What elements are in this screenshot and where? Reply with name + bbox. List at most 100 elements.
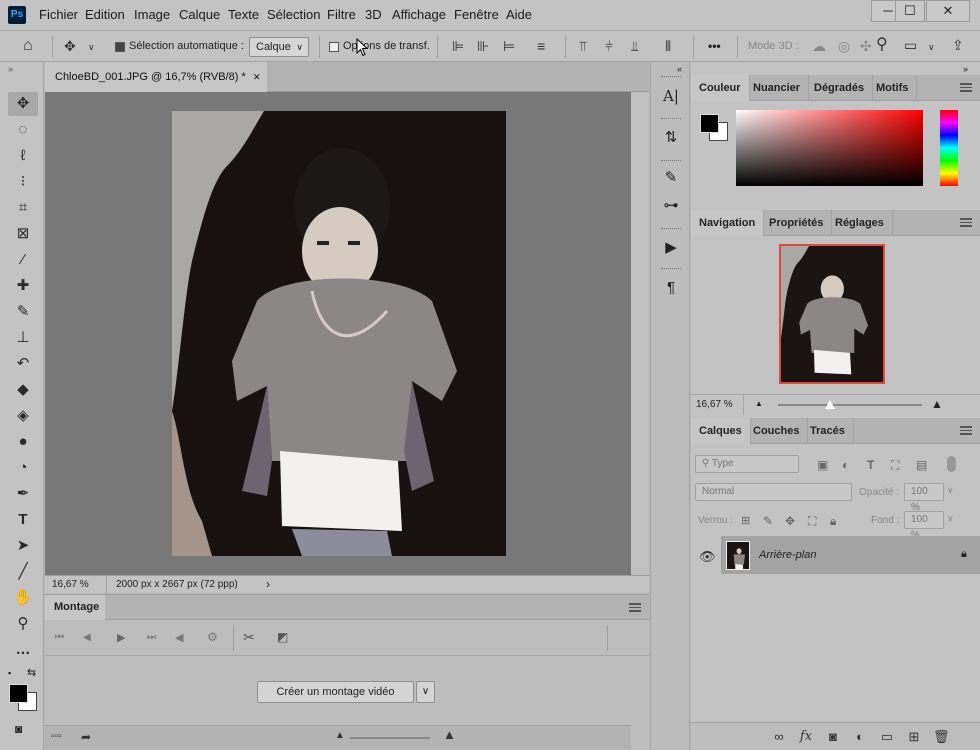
trash-icon[interactable]: 🗑︎ (933, 729, 950, 745)
tab-calques[interactable]: Calques (691, 418, 751, 444)
adjustments-icon[interactable]: ⊶ (659, 194, 683, 218)
workspace-icon[interactable]: ▭ (904, 37, 917, 53)
hue-slider[interactable] (940, 110, 958, 186)
navigator-preview[interactable] (779, 244, 885, 384)
timeline-tab[interactable]: Montage (45, 595, 105, 620)
close-icon[interactable]: ✕ (253, 62, 261, 92)
foreground-color-swatch[interactable] (700, 114, 719, 133)
tab-proprietes[interactable]: Propriétés (761, 210, 833, 236)
history-panel-icon[interactable]: ⇅ (659, 126, 683, 150)
align-right-icon[interactable]: ⊨ (503, 38, 515, 54)
chevron-down-icon[interactable]: ∨ (947, 513, 954, 524)
lock-artboard-icon[interactable]: ⛶ (808, 513, 816, 529)
hand-tool-icon[interactable]: ✋ (8, 586, 38, 610)
lock-transparency-icon[interactable]: ⊞ (741, 513, 750, 529)
healing-brush-icon[interactable]: ✚ (8, 274, 38, 298)
line-tool-icon[interactable]: ╱ (8, 560, 38, 584)
auto-select-target-dropdown[interactable]: Calque ∨ (249, 37, 309, 57)
zoom-out-mountain-icon[interactable]: ▲ (755, 399, 763, 408)
vertical-scrollbar[interactable] (631, 92, 649, 575)
actions-play-icon[interactable]: ▶ (659, 236, 683, 260)
filter-pixel-icon[interactable]: ▣ (817, 457, 828, 473)
tab-reglages[interactable]: Réglages (827, 210, 893, 236)
first-frame-icon[interactable]: ⏮ (55, 630, 64, 646)
menu-selection[interactable]: Sélection (267, 7, 320, 22)
more-options-icon[interactable]: ••• (708, 39, 721, 53)
marquee-tool-icon[interactable]: ◌ (8, 118, 38, 142)
move-tool-icon[interactable]: ✥ (8, 92, 38, 116)
lock-pixels-icon[interactable]: ✎ (763, 513, 773, 529)
chevron-down-icon[interactable]: ∨ (928, 39, 935, 55)
type-tool-icon[interactable]: T (8, 508, 38, 532)
lock-position-icon[interactable]: ✥ (785, 513, 795, 529)
menu-fenetre[interactable]: Fenêtre (454, 7, 499, 22)
play-icon[interactable]: ▶ (117, 630, 125, 646)
panel-menu-icon[interactable] (960, 426, 972, 435)
zoom-in-mountain-icon[interactable]: ▲ (931, 397, 943, 411)
chevron-down-icon[interactable]: ∨ (947, 485, 954, 496)
filter-type-icon[interactable]: T (867, 457, 874, 473)
zoom-out-mountain-icon[interactable]: ▲ (335, 728, 345, 744)
distribute-vertical-icon[interactable]: ⦀ (665, 38, 671, 54)
tab-couleur[interactable]: Couleur (691, 75, 750, 101)
timeline-zoom-slider[interactable] (350, 737, 430, 739)
menu-image[interactable]: Image (134, 7, 170, 22)
collapse-icon[interactable]: » (963, 64, 968, 74)
3d-pan-icon[interactable]: ✣ (860, 38, 872, 54)
history-brush-icon[interactable]: ↶ (8, 352, 38, 376)
menu-fichier[interactable]: Fichier (39, 7, 78, 22)
align-center-icon[interactable]: ⊪ (477, 38, 489, 54)
blend-mode-dropdown[interactable]: Normal (695, 483, 852, 501)
adjustment-layer-icon[interactable]: ◐ (852, 729, 868, 744)
eraser-tool-icon[interactable]: ◆ (8, 378, 38, 402)
panel-menu-icon[interactable] (960, 218, 972, 227)
search-icon[interactable]: ⚲ (876, 37, 888, 53)
close-button[interactable]: ✕ (926, 0, 970, 22)
align-bottom-icon[interactable]: ⫫ (631, 38, 639, 54)
expand-icon[interactable]: « (677, 64, 682, 74)
layer-filter-dropdown[interactable]: ⚲ Type (695, 455, 799, 473)
navigator-zoom-slider[interactable] (778, 404, 922, 406)
align-left-icon[interactable]: ⊫ (452, 38, 464, 54)
menu-aide[interactable]: Aide (506, 7, 532, 22)
move-tool-icon[interactable]: ✥ (64, 38, 76, 54)
panel-menu-icon[interactable] (629, 603, 641, 612)
add-mask-icon[interactable]: ◙ (825, 729, 841, 744)
align-top-icon[interactable]: ⫪ (579, 38, 587, 54)
tab-motifs[interactable]: Motifs (868, 75, 918, 101)
menu-edition[interactable]: Edition (85, 7, 125, 22)
canvas-area[interactable] (45, 92, 631, 575)
brush-tool-icon[interactable]: ✎ (8, 300, 38, 324)
default-colors-icon[interactable]: ▪ (8, 668, 11, 678)
menu-calque[interactable]: Calque (179, 7, 220, 22)
create-video-timeline-button[interactable]: Créer un montage vidéo (257, 681, 414, 703)
menu-3d[interactable]: 3D (365, 7, 382, 22)
zoom-level[interactable]: 16,67 % (52, 579, 89, 590)
frame-mode-icon[interactable]: ▫▫▫ (51, 729, 62, 745)
frame-tool-icon[interactable]: ⊠ (8, 222, 38, 246)
menu-affichage[interactable]: Affichage (392, 7, 446, 22)
render-icon[interactable]: ➦ (81, 729, 91, 745)
audio-icon[interactable]: ◀ (175, 630, 183, 646)
swap-colors-icon[interactable]: ⇆ (27, 666, 36, 679)
create-timeline-dropdown[interactable]: ∨ (416, 681, 435, 703)
color-picker-field[interactable] (736, 110, 923, 186)
filter-shape-icon[interactable]: ⛶ (891, 457, 899, 473)
filter-adjustment-icon[interactable]: ◐ (842, 457, 849, 473)
blur-tool-icon[interactable]: ● (8, 430, 38, 454)
fill-field[interactable]: 100 % (904, 511, 944, 541)
quick-selection-icon[interactable]: ⁝ (8, 170, 38, 194)
auto-select-checkbox[interactable] (115, 42, 125, 52)
tab-navigation[interactable]: Navigation (691, 210, 765, 236)
tab-traces[interactable]: Tracés (802, 418, 854, 444)
maximize-button[interactable]: ☐ (895, 0, 925, 22)
transform-options-checkbox[interactable] (329, 42, 339, 52)
quick-mask-icon[interactable]: ◙ (15, 722, 22, 736)
menu-texte[interactable]: Texte (228, 7, 259, 22)
tab-nuancier[interactable]: Nuancier (745, 75, 810, 101)
filter-toggle[interactable] (947, 456, 956, 472)
tab-couches[interactable]: Couches (745, 418, 809, 444)
tab-degrades[interactable]: Dégradés (806, 75, 874, 101)
scissors-icon[interactable]: ✂ (243, 629, 255, 645)
crop-tool-icon[interactable]: ⌗ (8, 196, 38, 220)
